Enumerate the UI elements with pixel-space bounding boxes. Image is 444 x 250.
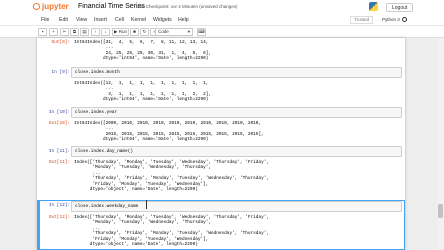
checkpoint-status: Last Checkpoint: vor 4 Minuten (unsaved … (136, 4, 238, 9)
move-down-icon[interactable]: ↓ (101, 28, 110, 36)
save-icon[interactable]: ▪ (38, 28, 47, 36)
paste-icon[interactable]: ▤ (80, 28, 89, 36)
menu-insert[interactable]: Insert (94, 17, 107, 23)
cell-type-select[interactable]: Code ▾ (155, 28, 193, 36)
run-icon: ▶ (114, 29, 118, 34)
menu-file[interactable]: File (41, 17, 49, 23)
run-button[interactable]: ▶ Run (112, 28, 129, 36)
cell-type-value: Code (158, 29, 169, 34)
output-prompt: Out[9]: (51, 40, 70, 45)
code-editor[interactable]: close.index.month (71, 67, 402, 78)
cell-output: Index(['Thursday', 'Monday', 'Tuesday', … (74, 215, 269, 248)
menu-widgets[interactable]: Widgets (153, 17, 172, 23)
trusted-badge[interactable]: Trusted (350, 16, 374, 24)
logout-button[interactable]: Logout (386, 3, 414, 12)
run-label: Run (118, 29, 127, 34)
copy-icon[interactable]: ⧉ (70, 28, 79, 36)
menu-help[interactable]: Help (178, 17, 189, 23)
cell-output: Int64Index([31, 4, 5, 6, 7, 8, 11, 12, 1… (74, 40, 212, 62)
move-up-icon[interactable]: ↑ (91, 28, 100, 36)
output-prompt: Out[10]: (48, 121, 70, 126)
menu-kernel[interactable]: Kernel (131, 17, 146, 23)
add-cell-icon[interactable]: + (49, 28, 58, 36)
cut-icon[interactable]: ✂ (60, 28, 69, 36)
code-editor[interactable]: close.index.year (71, 107, 402, 118)
code-editor[interactable]: close.index.day_name() (71, 146, 402, 157)
page-scrollbar[interactable] (437, 38, 444, 250)
input-prompt: In [9]: (51, 70, 70, 75)
interrupt-icon[interactable]: ■ (130, 28, 139, 36)
notebook-header: jupyter Financial Time Series Last Check… (0, 0, 444, 14)
code-editor[interactable]: close.index.weekday_name (71, 201, 402, 212)
toolbar: ▪ + ✂ ⧉ ▤ ↑ ↓ ▶ Run ■ ↻ » Code ▾ ⌨ (0, 26, 444, 38)
text-cursor-icon (146, 200, 150, 209)
keyboard-icon[interactable]: ⌨ (197, 28, 206, 36)
cell-code[interactable]: close.index.weekday_name (72, 202, 401, 211)
menu-edit[interactable]: Edit (59, 17, 68, 23)
menu-bar: File Edit View Insert Cell Kernel Widget… (0, 14, 444, 26)
cell-code[interactable]: close.index.day_name() (72, 147, 401, 156)
jupyter-logo-icon (33, 3, 40, 10)
output-prompt: Out[12]: (48, 215, 70, 220)
scrollbar-thumb[interactable] (438, 204, 443, 218)
input-prompt: In [10]: (48, 110, 70, 115)
menu-cell[interactable]: Cell (115, 17, 124, 23)
chevron-down-icon: ▾ (187, 29, 190, 34)
cell-output: Int64Index([12, 1, 1, 1, 1, 1, 1, 1, 1, … (74, 81, 212, 103)
cell-code[interactable]: close.index.year (72, 108, 401, 117)
output-prompt: Out[11]: (48, 160, 70, 165)
cell-code[interactable]: close.index.month (72, 68, 401, 77)
restart-icon[interactable]: ↻ (140, 28, 149, 36)
cell-output: Index(['Thursday', 'Monday', 'Tuesday', … (74, 160, 269, 193)
kernel-status-icon (402, 17, 407, 22)
jupyter-logo[interactable]: jupyter (33, 2, 69, 11)
python-logo-icon (369, 2, 378, 11)
kernel-name: Python 3 (382, 17, 400, 22)
menu-view[interactable]: View (76, 17, 87, 23)
notebook-container: Out[9]: Int64Index([31, 4, 5, 6, 7, 8, 1… (37, 38, 405, 250)
notebook-title[interactable]: Financial Time Series (78, 3, 145, 10)
input-prompt: In [12]: (48, 203, 70, 208)
input-prompt: In [11]: (48, 149, 70, 154)
cell-output: Int64Index([2009, 2010, 2010, 2010, 2010… (74, 121, 264, 143)
logo-text: jupyter (42, 2, 69, 11)
